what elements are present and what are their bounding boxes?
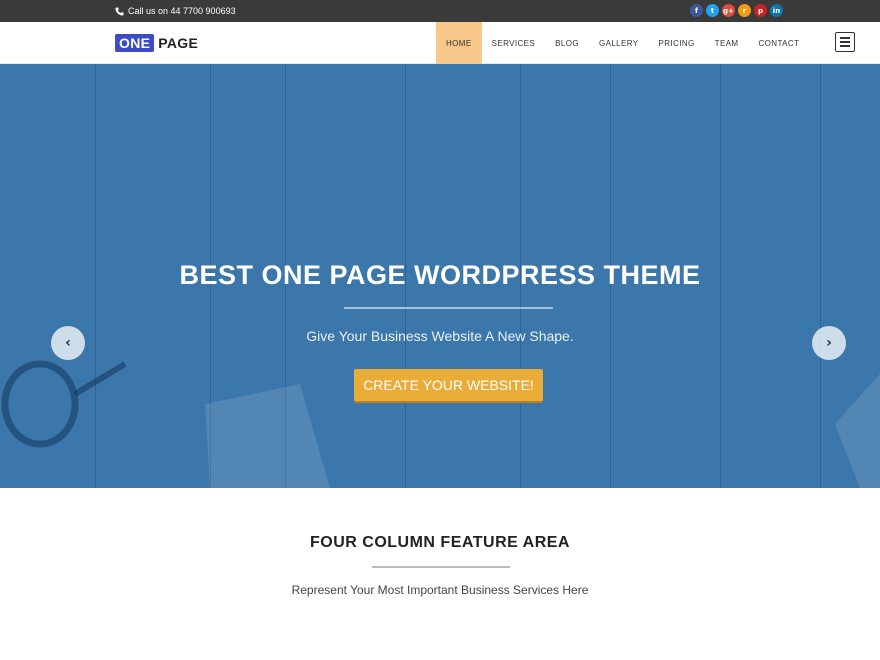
phone-contact[interactable]: Call us on 44 7700 900693 [115,0,236,22]
pinterest-icon[interactable]: p [754,4,767,17]
hero-subtitle: Give Your Business Website A New Shape. [306,328,574,344]
nav-item-contact[interactable]: CONTACT [749,22,810,64]
hero-slider: BEST ONE PAGE WORDPRESS THEME Give Your … [0,64,880,488]
nav-item-gallery[interactable]: GALLERY [589,22,649,64]
google-plus-icon[interactable]: g+ [722,4,735,17]
paper-decoration [205,384,330,488]
chevron-right-icon: › [826,335,832,351]
phone-icon [115,6,124,16]
main-nav: HOME SERVICES BLOG GALLERY PRICING TEAM CONTAC… [436,22,809,64]
feature-section-subtitle: Represent Your Most Important Business S… [291,583,589,597]
site-header: ONE PAGE HOME SERVICES BLOG GALLERY PRICING T… [0,22,880,64]
nav-item-home[interactable]: HOME [436,22,482,64]
nav-item-blog[interactable]: BLOG [545,22,589,64]
logo-one: ONE [115,34,155,52]
facebook-icon[interactable]: f [690,4,703,17]
site-logo[interactable]: ONE PAGE [115,33,198,53]
tablet-decoration [835,374,880,488]
feature-divider [372,566,510,568]
hero-title: BEST ONE PAGE WORDPRESS THEME [179,260,701,290]
chevron-left-icon: ‹ [65,335,71,351]
slider-next-button[interactable]: › [812,326,846,360]
rss-icon[interactable]: r [738,4,751,17]
linkedin-icon[interactable]: in [770,4,783,17]
nav-item-team[interactable]: TEAM [705,22,749,64]
create-website-button[interactable]: CREATE YOUR WEBSITE! [354,369,543,401]
top-bar: Call us on 44 7700 900693 f t g+ r p in [0,0,880,22]
twitter-icon[interactable]: t [706,4,719,17]
nav-item-pricing[interactable]: PRICING [649,22,705,64]
phone-text: Call us on 44 7700 900693 [128,6,236,16]
nav-item-services[interactable]: SERVICES [482,22,546,64]
feature-section-title: FOUR COLUMN FEATURE AREA [310,534,570,551]
hero-divider [344,307,553,309]
social-links: f t g+ r p in [690,4,783,17]
logo-page: PAGE [158,35,199,51]
slider-prev-button[interactable]: ‹ [51,326,85,360]
hamburger-menu-icon[interactable] [835,32,855,52]
